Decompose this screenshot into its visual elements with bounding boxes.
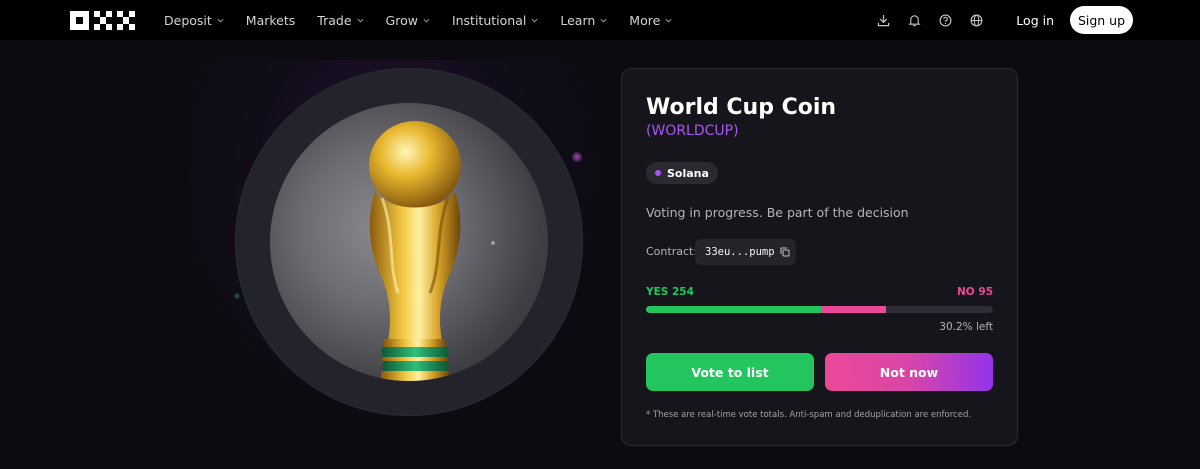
no-count: NO 95 <box>957 286 993 298</box>
main-nav: Deposit Markets Trade Grow Institutional… <box>164 0 694 40</box>
okx-logo[interactable] <box>70 11 136 30</box>
contract-label: Contract: <box>646 245 698 258</box>
decorative-dot <box>572 152 582 162</box>
chevron-down-icon <box>600 18 607 22</box>
login-link[interactable]: Log in <box>1016 13 1054 28</box>
nav-trade[interactable]: Trade <box>317 13 363 28</box>
nav-label: Markets <box>245 12 296 28</box>
chain-label: Solana <box>667 166 709 180</box>
nav-learn[interactable]: Learn <box>560 13 607 28</box>
nav-deposit[interactable]: Deposit <box>164 13 224 28</box>
download-icon[interactable] <box>875 12 891 28</box>
token-name: World Cup Coin <box>646 95 837 120</box>
chevron-down-icon <box>357 18 363 22</box>
vote-to-list-button[interactable]: Vote to list <box>646 353 814 391</box>
nav-institutional[interactable]: Institutional <box>452 13 538 28</box>
vote-status-text: Voting in progress. Be part of the decis… <box>646 205 909 220</box>
nav-label: Learn <box>560 12 596 28</box>
top-navbar: Deposit Markets Trade Grow Institutional… <box>0 0 1200 40</box>
contract-address: 33eu...pump <box>705 246 775 258</box>
chevron-down-icon <box>423 18 430 22</box>
token-vote-card: World Cup Coin (WORLDCUP) Solana Voting … <box>621 68 1018 446</box>
nav-label: Grow <box>385 12 418 28</box>
decorative-dot <box>234 293 240 299</box>
contract-address-copy[interactable]: 33eu...pump <box>695 239 796 265</box>
yes-count: YES 254 <box>646 286 694 298</box>
nav-label: Institutional <box>451 12 527 28</box>
chevron-down-icon <box>217 18 224 22</box>
nav-markets[interactable]: Markets <box>246 13 295 28</box>
yes-progress-fill <box>646 306 821 313</box>
token-image <box>270 103 548 381</box>
help-icon[interactable] <box>937 12 953 28</box>
chain-badge: Solana <box>646 162 718 184</box>
signup-button[interactable]: Sign up <box>1070 6 1133 34</box>
decorative-dot <box>491 241 495 245</box>
no-progress-fill <box>820 306 887 313</box>
trophy-icon <box>369 121 461 381</box>
nav-more[interactable]: More <box>629 13 672 28</box>
not-now-button[interactable]: Not now <box>825 353 993 391</box>
bell-icon[interactable] <box>906 12 922 28</box>
chevron-down-icon <box>665 18 672 22</box>
vote-disclaimer: * These are real-time vote totals. Anti-… <box>646 410 972 420</box>
chevron-down-icon <box>531 18 538 22</box>
nav-label: Trade <box>317 12 352 28</box>
copy-icon[interactable] <box>780 247 790 257</box>
header-tools: Log in Sign up <box>860 0 1133 40</box>
globe-icon[interactable] <box>968 12 984 28</box>
remaining-percentage: 30.2% left <box>939 321 993 333</box>
nav-label: Deposit <box>164 12 212 28</box>
token-ticker: (WORLDCUP) <box>646 123 739 139</box>
chain-dot-icon <box>655 170 661 176</box>
nav-label: More <box>629 12 661 28</box>
nav-grow[interactable]: Grow <box>386 13 430 28</box>
vote-progress-bar <box>646 306 993 313</box>
